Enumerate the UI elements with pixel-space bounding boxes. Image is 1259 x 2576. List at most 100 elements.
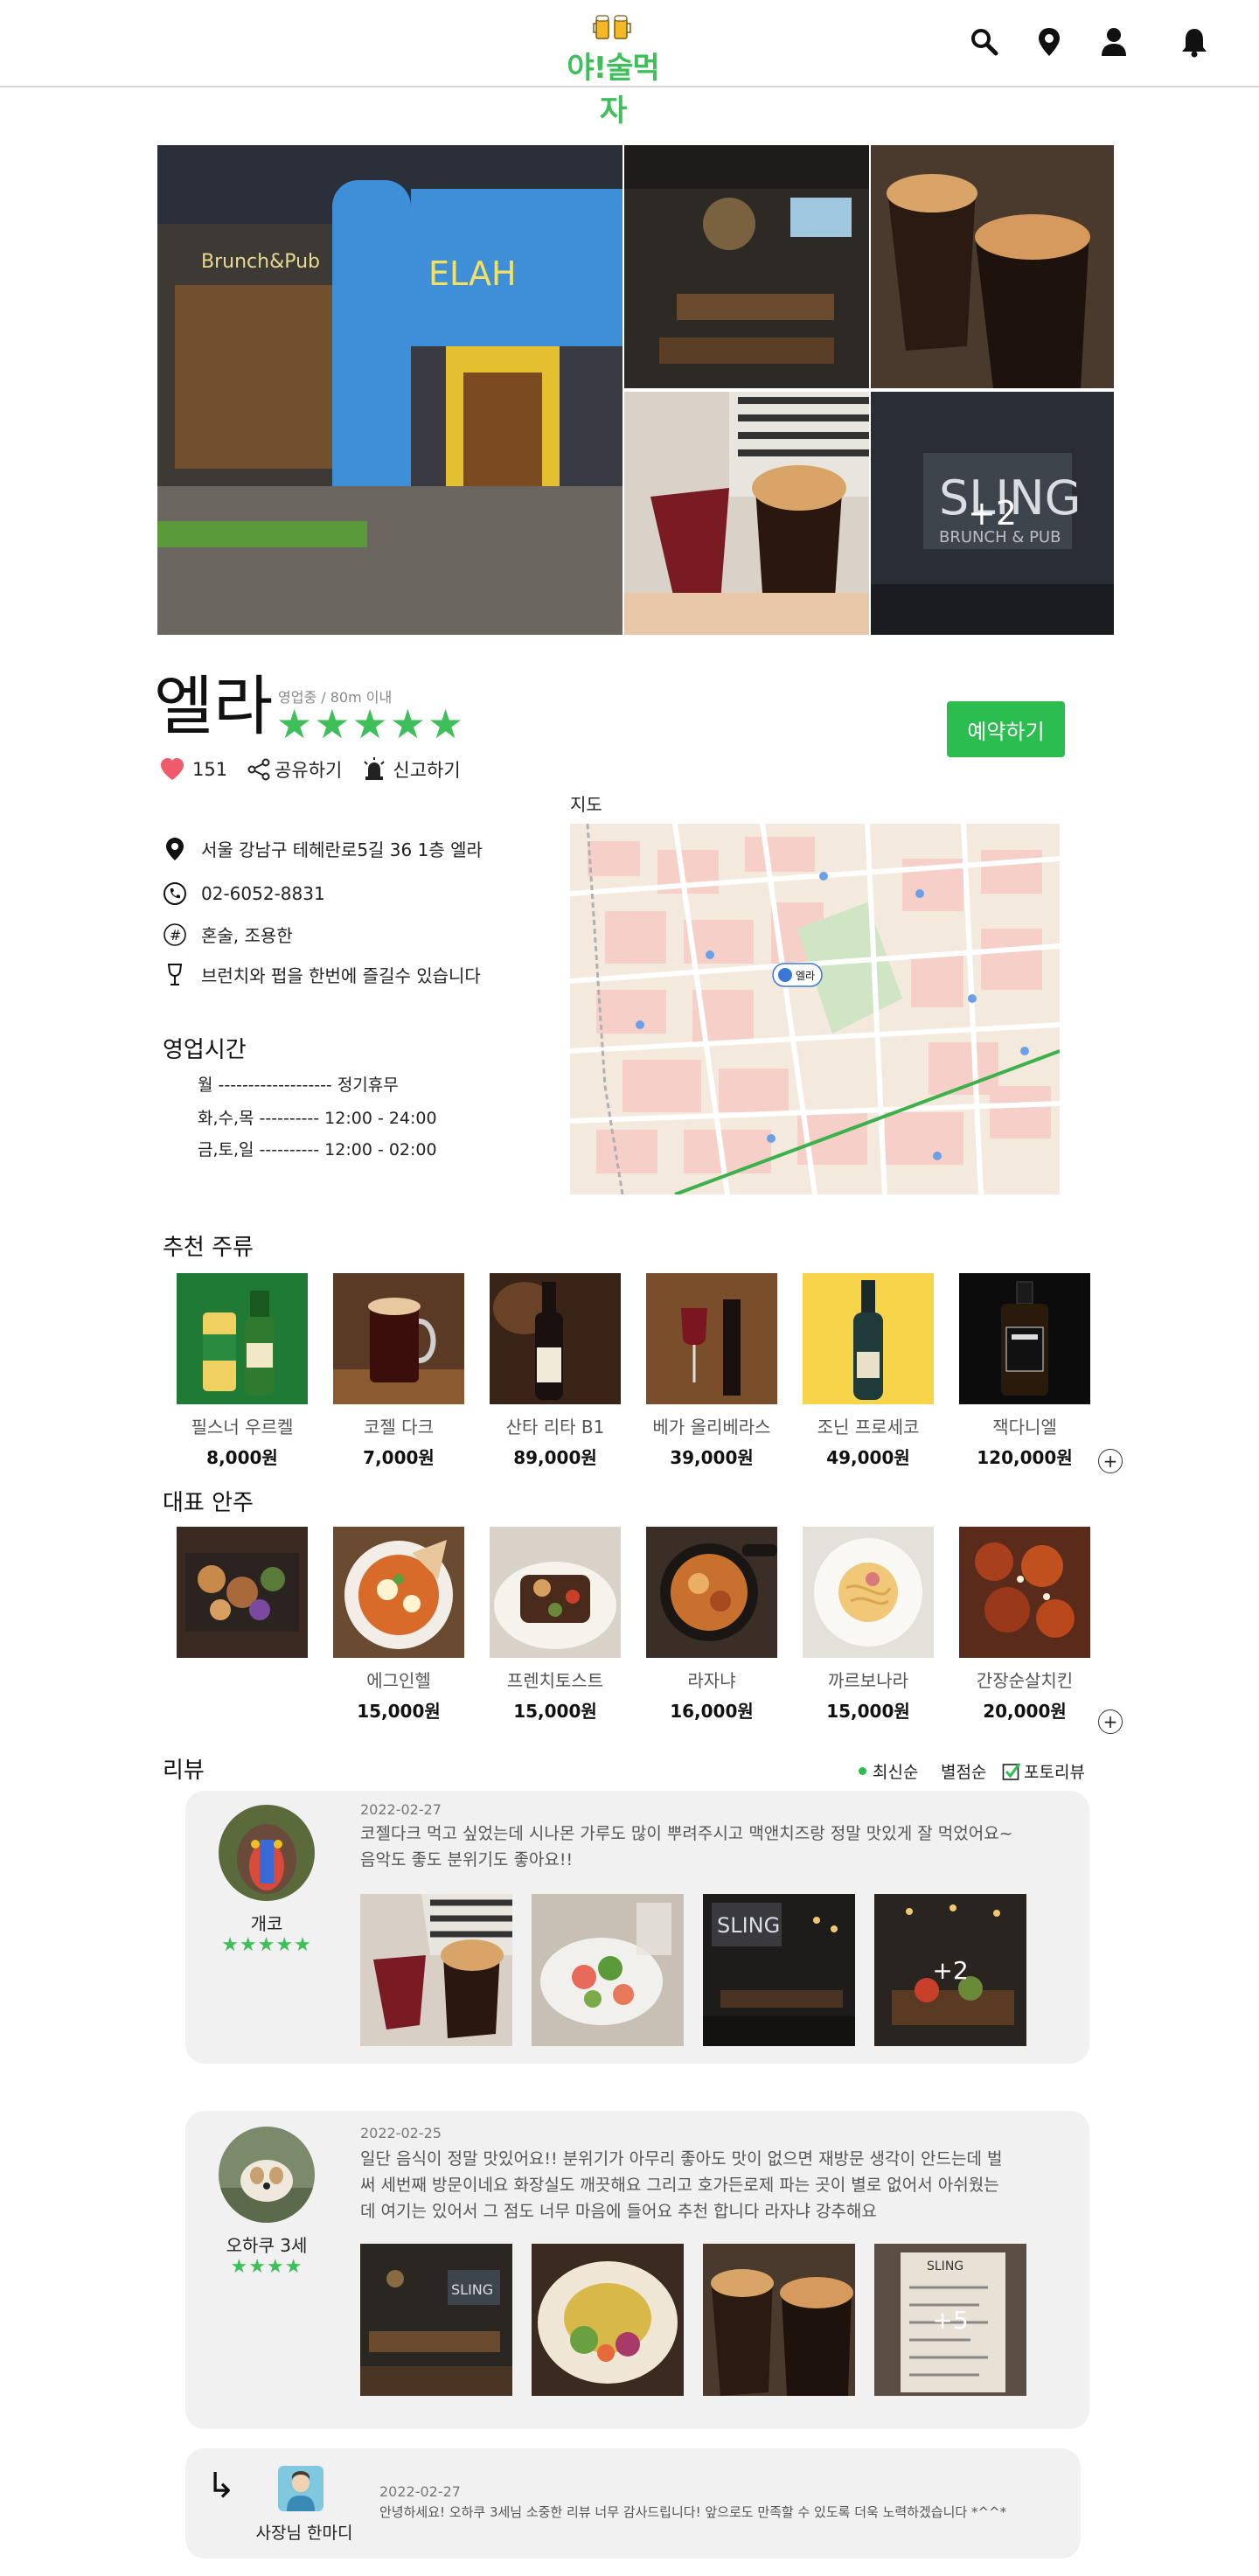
svg-text:ELAH: ELAH xyxy=(428,254,517,293)
dish-name: 프렌치토스트 xyxy=(506,1670,604,1691)
dish-price: 16,000원 xyxy=(670,1701,754,1722)
avatar[interactable] xyxy=(219,1805,315,1901)
drink-name: 산타 리타 B1 xyxy=(505,1417,605,1438)
action-bar: 151 공유하기 신고하기 xyxy=(159,754,480,785)
hashtag-icon: # xyxy=(163,922,187,947)
dish-item[interactable]: 간장순살치킨 20,000원 xyxy=(959,1527,1090,1723)
map-marker[interactable]: 엘라 xyxy=(772,963,823,987)
reply-arrow-icon: ↳ xyxy=(206,2466,236,2506)
review-photo[interactable] xyxy=(360,1894,512,2046)
drinks-title: 추천 주류 xyxy=(163,1235,254,1261)
selected-dot-icon xyxy=(859,1767,866,1775)
sort-latest[interactable]: 최신순 xyxy=(859,1759,918,1783)
like-count: 151 xyxy=(192,759,228,780)
like-button[interactable]: 151 xyxy=(159,757,227,782)
review-date: 2022-02-25 xyxy=(360,2125,442,2141)
drinks-more-button[interactable]: + xyxy=(1098,1449,1123,1473)
hours-title: 영업시간 xyxy=(163,1037,247,1063)
siren-icon xyxy=(364,757,386,780)
dish-thumb xyxy=(803,1527,934,1658)
reply-text: 안녕하세요! 오하쿠 3세님 소중한 리뷰 너무 감사드립니다! 앞으로도 만족… xyxy=(379,2504,1007,2520)
gallery-main-photo[interactable]: ELAH Brunch&Pub xyxy=(157,145,623,635)
dish-item[interactable]: 에그인헬 15,000원 xyxy=(333,1527,464,1723)
reserve-button[interactable]: 예약하기 xyxy=(947,701,1065,757)
review-text-line: 데 여기는 있어서 그 점도 너무 마음에 들어요 추천 합니다 라자냐 강추해… xyxy=(360,2202,877,2221)
logo-text: 야!술먹자 xyxy=(567,51,659,129)
dish-item[interactable] xyxy=(177,1527,308,1667)
report-button[interactable]: 신고하기 xyxy=(361,756,461,783)
review-more-count[interactable]: +5 xyxy=(874,2244,1026,2396)
review-date: 2022-02-27 xyxy=(360,1801,442,1818)
drink-thumb xyxy=(646,1273,777,1404)
review-photo[interactable] xyxy=(703,2244,855,2396)
rating-stars: ★★★★★ xyxy=(276,700,466,748)
review-photo[interactable]: SLING xyxy=(360,2244,512,2396)
drink-thumb xyxy=(333,1273,464,1404)
photo-review-label: 포토리뷰 xyxy=(1024,1763,1085,1782)
logo[interactable]: 야!술먹자 xyxy=(556,12,670,129)
sort-rating-label: 별점순 xyxy=(941,1763,987,1782)
address-row: 서울 강남구 테헤란로5길 36 1층 엘라 xyxy=(163,836,483,861)
map-view[interactable]: 엘라 xyxy=(570,824,1060,1194)
drink-thumb xyxy=(959,1273,1090,1404)
drink-thumb xyxy=(177,1273,308,1404)
user-icon[interactable] xyxy=(1096,24,1131,59)
review-text-line: 코젤다크 먹고 싶었는데 시나몬 가루도 많이 뿌려주시고 맥앤치즈랑 정말 맛… xyxy=(360,1824,1013,1843)
gallery-photo-5[interactable]: SLING BRUNCH & PUB +2 xyxy=(871,392,1114,635)
review-photo[interactable] xyxy=(532,2244,684,2396)
avatar[interactable] xyxy=(219,2127,315,2223)
drink-item[interactable]: 잭다니엘 120,000원 xyxy=(959,1273,1090,1469)
gallery-photo-2[interactable] xyxy=(624,145,869,388)
checkbox-checked-icon[interactable] xyxy=(1002,1762,1021,1781)
review-photo[interactable] xyxy=(532,1894,684,2046)
dish-thumb xyxy=(177,1527,308,1658)
drink-item[interactable]: 코젤 다크 7,000원 xyxy=(333,1273,464,1469)
reply-date: 2022-02-27 xyxy=(379,2483,461,2500)
drink-name: 코젤 다크 xyxy=(364,1417,434,1438)
dish-item[interactable]: 라자냐 16,000원 xyxy=(646,1527,777,1723)
review-photo[interactable]: SLING +5 xyxy=(874,2244,1026,2396)
gallery-photo-4[interactable] xyxy=(624,392,869,635)
gallery-more-count[interactable]: +2 xyxy=(871,392,1114,635)
review-card: 오하쿠 3세 ★★★★ 2022-02-25 일단 음식이 정말 맛있어요!! … xyxy=(185,2111,1089,2429)
tags-row: # 혼술, 조용한 xyxy=(163,922,293,947)
dish-name: 까르보나라 xyxy=(828,1670,908,1691)
drink-item[interactable]: 조닌 프로세코 49,000원 xyxy=(803,1273,934,1469)
drink-thumb xyxy=(803,1273,934,1404)
reviews-title: 리뷰 xyxy=(163,1758,205,1784)
location-pin-icon[interactable] xyxy=(1032,24,1067,59)
drink-item[interactable]: 산타 리타 B1 89,000원 xyxy=(490,1273,621,1469)
review-photo[interactable]: SLING xyxy=(703,1894,855,2046)
dish-item[interactable]: 까르보나라 15,000원 xyxy=(803,1527,934,1723)
dish-thumb xyxy=(333,1527,464,1658)
phone-text[interactable]: 02-6052-8831 xyxy=(201,883,325,904)
dish-item[interactable]: 프렌치토스트 15,000원 xyxy=(490,1527,621,1723)
sort-latest-label: 최신순 xyxy=(873,1763,919,1782)
svg-text:#: # xyxy=(170,927,181,943)
dish-price: 15,000원 xyxy=(357,1701,441,1722)
drink-name: 베가 올리베라스 xyxy=(652,1417,771,1438)
dishes-more-button[interactable]: + xyxy=(1098,1709,1123,1734)
description-text: 브런치와 펍을 한번에 즐길수 있습니다 xyxy=(201,965,481,986)
map-marker-label: 엘라 xyxy=(796,970,815,982)
reviewer-name: 개코 xyxy=(250,1913,283,1934)
drink-item[interactable]: 베가 올리베라스 39,000원 xyxy=(646,1273,777,1469)
bell-icon[interactable] xyxy=(1177,24,1212,59)
svg-text:SLING: SLING xyxy=(451,2281,493,2298)
hours-row: 월 ------------------- 정기휴무 xyxy=(198,1076,399,1095)
heart-icon xyxy=(161,758,184,780)
svg-text:SLING: SLING xyxy=(717,1913,780,1938)
review-more-count[interactable]: +2 xyxy=(874,1894,1026,2046)
review-photo[interactable]: +2 xyxy=(874,1894,1026,2046)
location-pin-icon xyxy=(163,837,187,861)
drink-thumb xyxy=(490,1273,621,1404)
photo-review-filter[interactable]: 포토리뷰 xyxy=(1002,1759,1085,1783)
dish-thumb xyxy=(959,1527,1090,1658)
share-button[interactable]: 공유하기 xyxy=(247,756,342,783)
gallery-photo-3[interactable] xyxy=(871,145,1114,388)
search-icon[interactable] xyxy=(967,24,1002,59)
sort-rating[interactable]: 별점순 xyxy=(941,1759,986,1783)
drink-item[interactable]: 필스너 우르켈 8,000원 xyxy=(177,1273,308,1469)
dish-thumb xyxy=(646,1527,777,1658)
description-row: 브런치와 펍을 한번에 즐길수 있습니다 xyxy=(163,962,481,987)
